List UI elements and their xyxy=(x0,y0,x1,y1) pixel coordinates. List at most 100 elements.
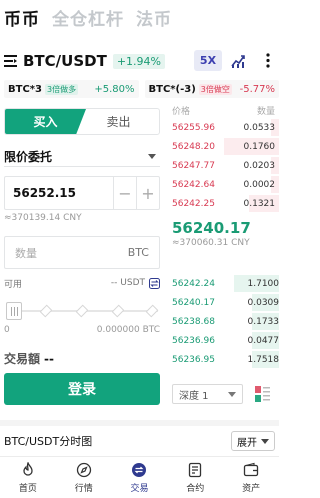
bid-price: 56242.24 xyxy=(172,278,215,289)
ask-price: 56248.20 xyxy=(172,141,215,152)
chip-short[interactable]: BTC*(-3) 3倍做空 -5.77% xyxy=(144,80,279,98)
buy-tab[interactable]: 买入 xyxy=(5,109,86,134)
market-type-tabs: 币币 全仓杠杆 法币 xyxy=(4,5,172,30)
ask-row[interactable]: 56247.77 0.0203 xyxy=(172,156,279,175)
ask-row[interactable]: 56242.64 0.0002 xyxy=(172,175,279,194)
slider-range-labels: 0 0.000000 BTC xyxy=(4,325,160,335)
turnover-value: -- xyxy=(44,352,54,366)
bid-qty: 1.7518 xyxy=(247,354,280,365)
kline-chart-icon[interactable] xyxy=(231,53,246,68)
time-chart-title: BTC/USDT分时图 xyxy=(4,435,93,448)
chevron-down-icon xyxy=(228,391,236,397)
bid-qty: 1.7100 xyxy=(247,278,280,289)
order-book: 价格 数量 56255.96 0.0533 56248.20 0.1760 56247.… xyxy=(172,104,279,254)
buy-sell-toggle: 买入 卖出 xyxy=(4,108,160,135)
chip-name: BTC*(-3) xyxy=(148,83,196,95)
bid-row[interactable]: 56242.24 1.7100 xyxy=(172,274,279,293)
chip-name: BTC*3 xyxy=(8,83,42,95)
pair-change-badge: +1.94% xyxy=(112,53,165,69)
nav-assets[interactable]: 资产 xyxy=(223,457,279,498)
ask-price: 56242.64 xyxy=(172,179,215,190)
login-button[interactable]: 登录 xyxy=(4,373,160,405)
tab-spot[interactable]: 币币 xyxy=(4,5,40,30)
quantity-placeholder: 数量 xyxy=(15,246,37,260)
slider-min-label: 0 xyxy=(4,325,10,335)
ask-price: 56247.77 xyxy=(172,160,215,171)
bottom-nav: 首页 行情 交易 合约 资产 xyxy=(0,456,279,498)
bid-price: 56240.17 xyxy=(172,297,215,308)
order-book-header: 价格 数量 xyxy=(172,104,275,118)
ask-price: 56255.96 xyxy=(172,122,215,133)
menu-icon[interactable] xyxy=(4,55,17,67)
contract-icon xyxy=(189,462,202,477)
bid-row[interactable]: 56236.96 0.0477 xyxy=(172,331,279,350)
bid-row[interactable]: 56238.68 0.1733 xyxy=(172,312,279,331)
chevron-down-icon xyxy=(261,438,269,444)
trade-screen: 币币 全仓杠杆 法币 BTC/USDT +1.94% 5X BTC*3 3倍做多… xyxy=(0,0,279,498)
slider-mark-25[interactable] xyxy=(39,304,53,318)
last-price-cny: ≈370060.31 CNY xyxy=(172,238,250,248)
slider-max-label: 0.000000 BTC xyxy=(96,325,160,335)
ask-qty: 0.0533 xyxy=(243,122,276,133)
nav-label: 行情 xyxy=(74,483,93,494)
nav-home[interactable]: 首页 xyxy=(0,457,56,498)
nav-trade[interactable]: 交易 xyxy=(112,457,168,498)
more-icon[interactable] xyxy=(262,52,274,69)
pair-header: BTC/USDT +1.94% 5X xyxy=(4,50,273,72)
nav-contract[interactable]: 合约 xyxy=(167,457,223,498)
chip-tag: 3倍做多 xyxy=(44,83,79,95)
expand-button[interactable]: 展开 xyxy=(231,431,275,451)
ask-qty: 0.1760 xyxy=(243,141,276,152)
price-cny-estimate: ≈370139.14 CNY xyxy=(4,213,82,223)
slider-mark-75[interactable] xyxy=(111,304,125,318)
turnover: 交易額 -- xyxy=(4,350,54,367)
bid-qty: 0.0477 xyxy=(247,335,280,346)
ask-row[interactable]: 56255.96 0.0533 xyxy=(172,118,279,137)
depth-select[interactable]: 深度 1 xyxy=(172,384,243,404)
price-value[interactable]: 56252.15 xyxy=(5,186,113,200)
price-input[interactable]: 56252.15 − + xyxy=(4,176,160,210)
ask-price: 56242.25 xyxy=(172,198,215,209)
slider-mark-100[interactable] xyxy=(145,304,159,318)
price-column-header: 价格 xyxy=(172,107,191,117)
nav-market[interactable]: 行情 xyxy=(56,457,112,498)
sell-tab[interactable]: 卖出 xyxy=(78,109,159,134)
transfer-icon[interactable] xyxy=(149,277,160,289)
qty-column-header: 数量 xyxy=(256,107,275,117)
price-increment-button[interactable]: + xyxy=(136,177,159,209)
last-price-value[interactable]: 56240.17 xyxy=(172,219,275,237)
order-type-label: 限价委托 xyxy=(4,150,53,164)
orderbook-layout-icon[interactable] xyxy=(254,385,271,403)
order-type-select[interactable]: 限价委托 xyxy=(4,147,160,167)
turnover-label: 交易額 xyxy=(4,352,41,366)
nav-label: 资产 xyxy=(242,483,261,494)
price-decrement-button[interactable]: − xyxy=(113,177,136,209)
chip-change: -5.77% xyxy=(239,83,275,95)
ask-qty: 0.0203 xyxy=(243,160,276,171)
flame-icon xyxy=(23,461,33,476)
slider-mark-50[interactable] xyxy=(75,304,89,318)
trade-icon xyxy=(132,462,147,477)
quantity-input[interactable]: 数量 BTC xyxy=(4,236,160,269)
amount-slider[interactable] xyxy=(4,300,160,322)
bid-row[interactable]: 56240.17 0.0309 xyxy=(172,293,279,312)
bid-row[interactable]: 56236.95 1.7518 xyxy=(172,350,279,369)
ask-row[interactable]: 56248.20 0.1760 xyxy=(172,137,279,156)
time-chart-bar: BTC/USDT分时图 展开 xyxy=(4,430,275,452)
ask-row[interactable]: 56242.25 0.1321 xyxy=(172,194,279,213)
chip-tag: 3倍做空 xyxy=(198,83,232,95)
chip-long[interactable]: BTC*3 3倍做多 +5.80% xyxy=(4,80,139,98)
pair-name[interactable]: BTC/USDT xyxy=(23,52,107,70)
slider-thumb[interactable] xyxy=(6,302,22,320)
leverage-button[interactable]: 5X xyxy=(194,50,222,71)
tab-fiat[interactable]: 法币 xyxy=(136,5,172,30)
chip-change: +5.80% xyxy=(94,83,135,95)
available-balance: 可用 -- USDT xyxy=(4,276,160,290)
bid-price: 56238.68 xyxy=(172,316,215,327)
section-divider xyxy=(0,420,279,426)
tab-cross-margin[interactable]: 全仓杠杆 xyxy=(52,5,124,30)
last-price: 56240.17 ≈370060.31 CNY xyxy=(172,219,275,248)
bid-qty: 0.0309 xyxy=(247,297,280,308)
depth-label: 深度 1 xyxy=(179,390,209,402)
quantity-unit: BTC xyxy=(127,246,149,259)
